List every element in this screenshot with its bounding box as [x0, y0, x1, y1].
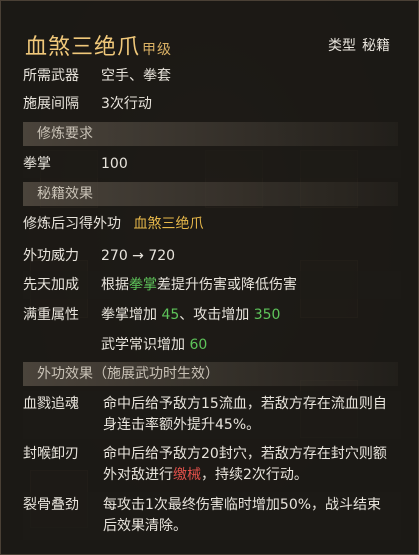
combat-effects-header: 外功效果（施展武功时生效） — [23, 362, 398, 386]
effect2-line2-post: ，持续2次行动。 — [201, 467, 308, 483]
weapon-row: 所需武器 空手、拳套 — [23, 65, 171, 87]
learn-key: 修炼后习得外功 — [23, 216, 121, 232]
power-value: 270 → 720 — [101, 248, 176, 264]
effect1-line1: 命中后给予敌方15流血，若敌方存在流血则自 — [103, 396, 387, 412]
skill-title: 血煞三绝爪 甲级 — [25, 29, 172, 61]
effects-header: 秘籍效果 — [23, 182, 398, 206]
skill-name: 血煞三绝爪 — [25, 35, 141, 60]
innate-row: 先天加成 根据拳掌差提升伤害或降低伤害 — [23, 274, 297, 296]
effect3-desc: 每攻击1次最终伤害临时增加50%，战斗结束 后效果清除。 — [103, 495, 395, 537]
power-key: 外功威力 — [23, 248, 79, 264]
interval-row: 施展间隔 3次行动 — [23, 93, 152, 115]
full-a-val: 45 — [161, 307, 180, 323]
full-attr-key: 满重属性 — [23, 307, 79, 323]
requirements-header: 修炼要求 — [23, 122, 398, 146]
effect3-row: 裂骨叠劲 每攻击1次最终伤害临时增加50%，战斗结束 后效果清除。 — [23, 495, 403, 539]
effect2-line1: 命中后给予敌方20封穴，若敌方存在封穴则额 — [103, 446, 387, 462]
effect1-row: 血戮追魂 命中后给予敌方15流血，若敌方存在流血则自 身连击率额外提升45%。 — [23, 394, 403, 438]
type-key: 类型 — [328, 38, 356, 54]
full-b-pre: 、攻击增加 — [179, 307, 254, 323]
effect1-desc: 命中后给予敌方15流血，若敌方存在流血则自 身连击率额外提升45%。 — [103, 394, 395, 436]
effect3-line1: 每攻击1次最终伤害临时增加50%，战斗结束 — [103, 497, 382, 513]
full-b-val: 350 — [253, 307, 281, 323]
effect2-line2-red: 缴械 — [173, 467, 201, 483]
learn-value: 血煞三绝爪 — [133, 216, 204, 232]
skill-type: 类型 秘籍 — [322, 35, 390, 55]
effect3-line2: 后效果清除。 — [103, 518, 187, 534]
effect2-key: 封喉卸刃 — [23, 446, 79, 462]
skill-tooltip-panel: 血煞三绝爪 甲级 类型 秘籍 所需武器 空手、拳套 施展间隔 3次行动 修炼要求 拳掌 1… — [0, 0, 419, 555]
full-attr-row-2: 武学常识增加 60 — [101, 334, 207, 356]
full-attr-row: 满重属性 拳掌增加 45、攻击增加 350 — [23, 304, 280, 326]
requirement-key: 拳掌 — [23, 156, 51, 172]
weapon-value: 空手、拳套 — [101, 68, 171, 84]
effect1-key: 血戮追魂 — [23, 396, 79, 412]
effect2-desc: 命中后给予敌方20封穴，若敌方存在封穴则额 外对敌进行缴械，持续2次行动。 — [103, 444, 395, 486]
interval-value: 3次行动 — [101, 96, 152, 112]
effect1-line2: 身连击率额外提升45%。 — [103, 417, 261, 433]
effect2-line2-pre: 外对敌进行 — [103, 467, 173, 483]
innate-key: 先天加成 — [23, 277, 79, 293]
innate-post: 差提升伤害或降低伤害 — [157, 277, 297, 293]
full-c-pre: 武学常识增加 — [101, 337, 190, 353]
power-row: 外功威力 270 → 720 — [23, 245, 175, 267]
learn-row: 修炼后习得外功 血煞三绝爪 — [23, 213, 203, 235]
innate-pre: 根据 — [101, 277, 129, 293]
full-a-pre: 拳掌增加 — [101, 307, 162, 323]
full-c-val: 60 — [189, 337, 208, 353]
requirement-row: 拳掌 100 — [23, 153, 128, 175]
effect3-key: 裂骨叠劲 — [23, 497, 79, 513]
type-value: 秘籍 — [362, 38, 390, 54]
interval-key: 施展间隔 — [23, 96, 79, 112]
skill-grade: 甲级 — [142, 42, 173, 58]
effect2-row: 封喉卸刃 命中后给予敌方20封穴，若敌方存在封穴则额 外对敌进行缴械，持续2次行… — [23, 444, 403, 488]
weapon-key: 所需武器 — [23, 68, 79, 84]
effect2-line2: 外对敌进行缴械，持续2次行动。 — [103, 465, 395, 486]
requirement-value: 100 — [101, 156, 128, 172]
innate-stat: 拳掌 — [129, 277, 157, 293]
